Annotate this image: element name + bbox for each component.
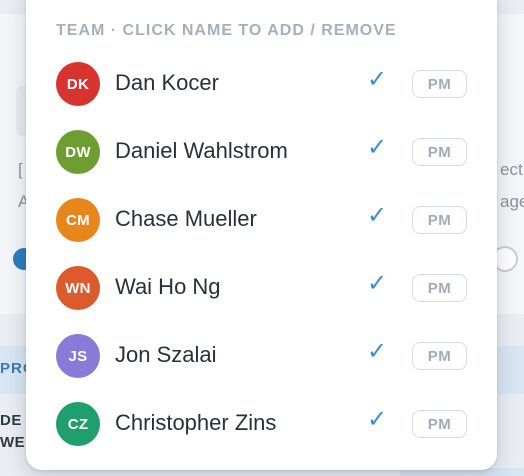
checkmark-icon: ✓ xyxy=(367,338,388,365)
team-member-row[interactable]: WN Wai Ho Ng ✓ PM xyxy=(26,260,497,316)
avatar: CM xyxy=(56,198,100,242)
checkmark-icon: ✓ xyxy=(367,134,388,161)
role-badge[interactable]: PM xyxy=(412,70,467,98)
checkmark-icon: ✓ xyxy=(367,270,388,297)
team-member-name[interactable]: Wai Ho Ng xyxy=(115,274,221,300)
checkmark-icon: ✓ xyxy=(367,406,388,433)
team-menu-header: TEAM · CLICK NAME TO ADD / REMOVE xyxy=(56,22,397,39)
role-badge[interactable]: PM xyxy=(412,138,467,166)
team-member-row[interactable]: DK Dan Kocer ✓ PM xyxy=(26,56,497,112)
team-dropdown-panel: TEAM · CLICK NAME TO ADD / REMOVE DK Dan… xyxy=(26,0,497,470)
team-member-row[interactable]: DW Daniel Wahlstrom ✓ PM xyxy=(26,124,497,180)
team-member-name[interactable]: Dan Kocer xyxy=(115,70,219,96)
role-badge[interactable]: PM xyxy=(412,342,467,370)
role-badge[interactable]: PM xyxy=(412,206,467,234)
team-member-row[interactable]: CM Chase Mueller ✓ PM xyxy=(26,192,497,248)
role-badge[interactable]: PM xyxy=(412,274,467,302)
background-row-label: WE xyxy=(0,434,26,451)
team-member-name[interactable]: Jon Szalai xyxy=(115,342,217,368)
team-member-row[interactable]: JS Jon Szalai ✓ PM xyxy=(26,328,497,384)
avatar: JS xyxy=(56,334,100,378)
background-row-label: DE xyxy=(0,412,22,429)
team-member-name[interactable]: Chase Mueller xyxy=(115,206,257,232)
role-badge[interactable]: PM xyxy=(412,410,467,438)
background-text-fragment: ect xyxy=(500,160,523,179)
background-text-fragment: [ xyxy=(18,160,23,179)
avatar: CZ xyxy=(56,402,100,446)
avatar: DW xyxy=(56,130,100,174)
avatar: DK xyxy=(56,62,100,106)
team-member-row[interactable]: CZ Christopher Zins ✓ PM xyxy=(26,396,497,452)
team-member-name[interactable]: Christopher Zins xyxy=(115,410,276,436)
avatar: WN xyxy=(56,266,100,310)
checkmark-icon: ✓ xyxy=(367,202,388,229)
background-text-fragment: age xyxy=(500,192,524,211)
team-member-name[interactable]: Daniel Wahlstrom xyxy=(115,138,288,164)
checkmark-icon: ✓ xyxy=(367,66,388,93)
